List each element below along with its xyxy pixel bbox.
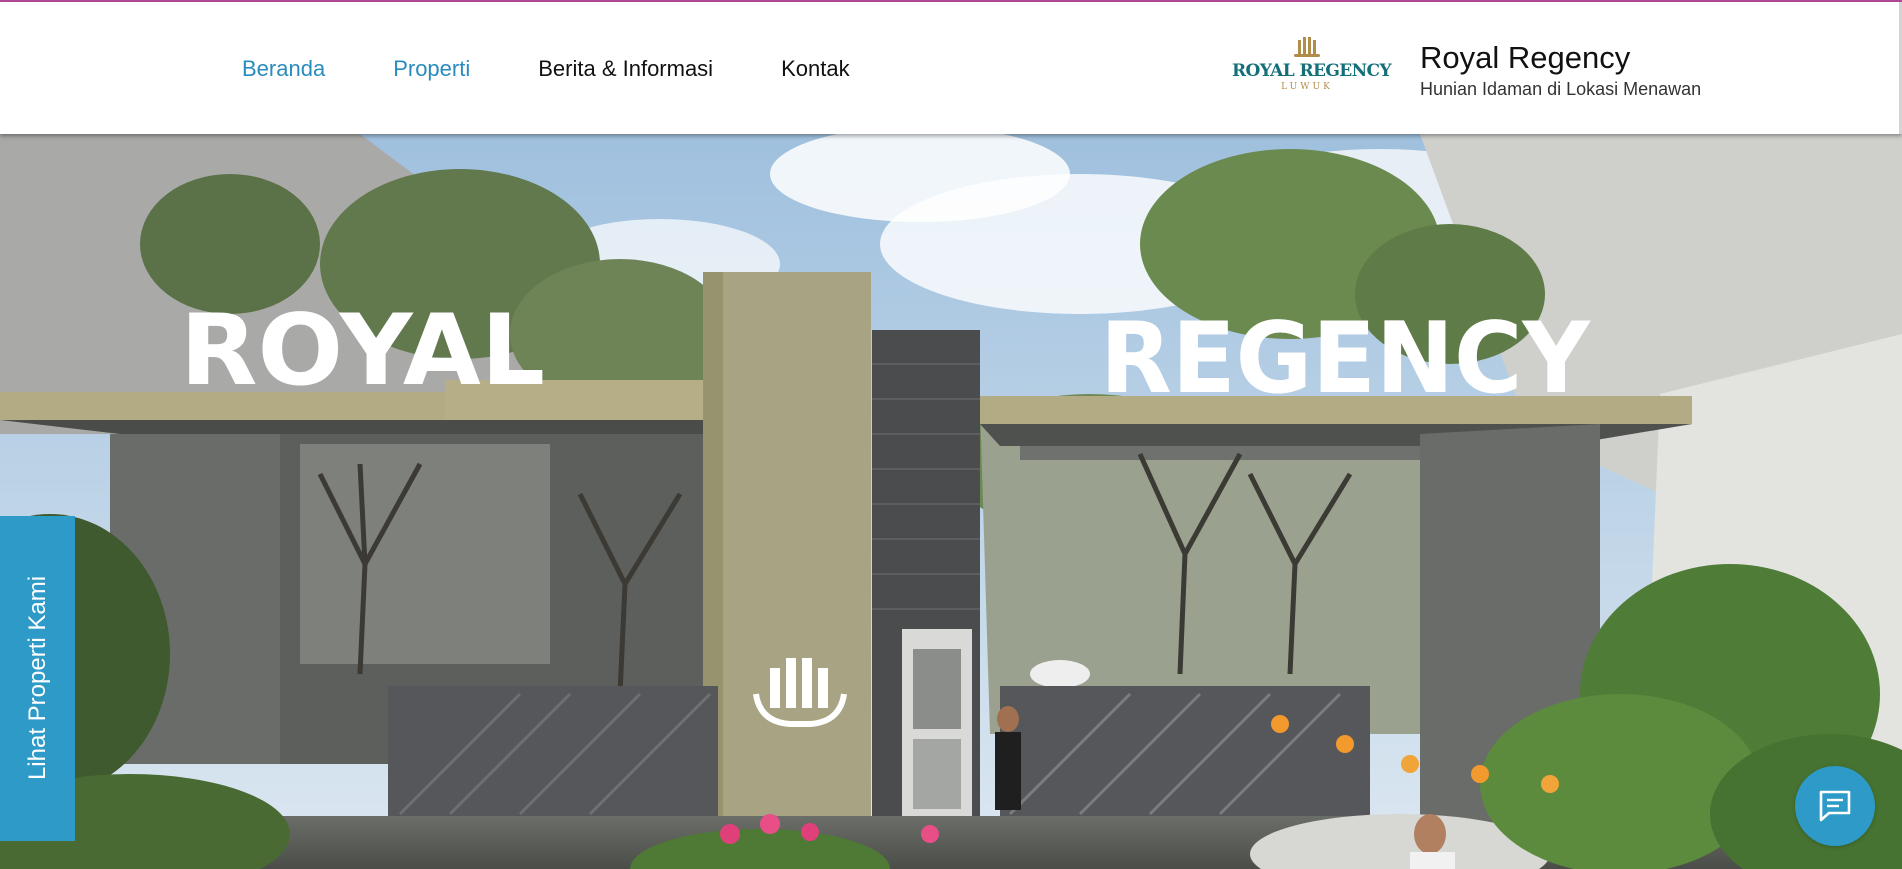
gate-illustration: ROYAL REGENCY	[0, 134, 1902, 869]
nav-link-properti[interactable]: Properti	[393, 56, 470, 82]
brand-logo[interactable]: ROYAL REGENCY LUWUK	[1232, 36, 1392, 96]
nav-link-kontak[interactable]: Kontak	[781, 56, 850, 82]
chat-icon	[1819, 790, 1851, 822]
site-header: Beranda Properti Berita & Informasi Kont…	[0, 2, 1902, 134]
logo-wordmark: ROYAL REGENCY	[1232, 61, 1392, 81]
site-tagline: Hunian Idaman di Lokasi Menawan	[1420, 79, 1702, 99]
hero-image: ROYAL REGENCY	[0, 134, 1902, 869]
view-properties-label: Lihat Properti Kami	[24, 575, 51, 781]
sign-regency: REGENCY	[1100, 302, 1591, 416]
view-properties-tab[interactable]: Lihat Properti Kami	[0, 516, 75, 841]
nav-link-beranda[interactable]: Beranda	[242, 56, 325, 82]
nav-link-berita-informasi[interactable]: Berita & Informasi	[538, 56, 713, 82]
logo-subtext: LUWUK	[1281, 82, 1333, 92]
chat-button[interactable]	[1795, 766, 1875, 846]
site-title: Royal Regency	[1420, 40, 1631, 75]
main-nav: Beranda Properti Berita & Informasi Kont…	[242, 56, 918, 82]
logo-crown-icon	[1294, 37, 1320, 57]
sign-royal: ROYAL	[180, 294, 545, 408]
